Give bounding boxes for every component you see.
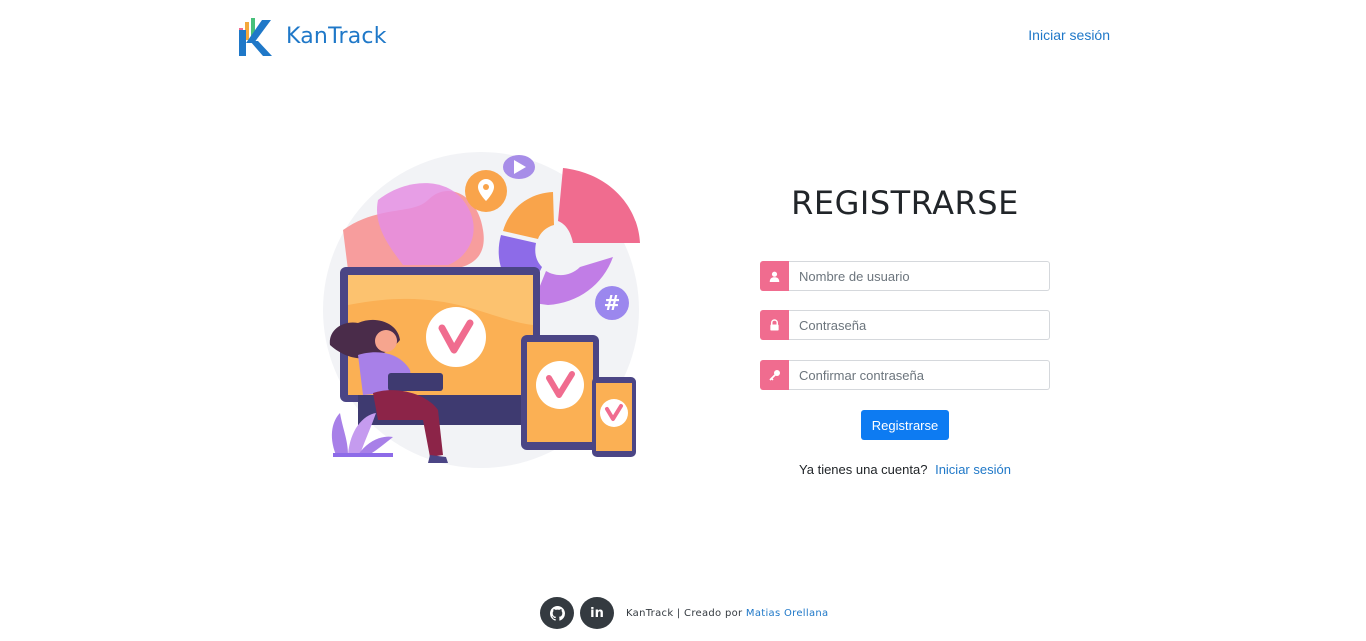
top-navbar: KanTrack Iniciar sesión: [0, 0, 1366, 72]
footer-credits: KanTrack | Creado por Matias Orellana: [626, 608, 828, 619]
linkedin-icon: in: [590, 605, 604, 621]
username-field-group: [760, 261, 1050, 291]
kantrack-logo-icon: [239, 18, 272, 56]
brand[interactable]: KanTrack: [238, 16, 387, 56]
register-title: REGISTRARSE: [791, 184, 1019, 222]
author-link[interactable]: Matias Orellana: [746, 608, 829, 619]
nav-login-link[interactable]: Iniciar sesión: [1028, 27, 1110, 43]
password-field-group: [760, 310, 1050, 340]
svg-text:#: #: [604, 291, 621, 315]
confirm-password-field-group: [760, 360, 1050, 390]
login-link[interactable]: Iniciar sesión: [935, 462, 1011, 477]
login-prompt: Ya tienes una cuenta? Iniciar sesión: [760, 462, 1050, 477]
user-icon: [760, 261, 789, 291]
confirm-password-input[interactable]: [789, 360, 1050, 390]
register-button[interactable]: Registrarse: [861, 410, 949, 440]
account-question: Ya tienes una cuenta?: [799, 462, 928, 477]
credits-prefix: KanTrack | Creado por: [626, 607, 743, 619]
github-button[interactable]: [540, 597, 574, 629]
brand-name: KanTrack: [286, 23, 387, 49]
password-input[interactable]: [789, 310, 1050, 340]
github-icon: [549, 605, 565, 621]
username-input[interactable]: [789, 261, 1050, 291]
key-icon: [760, 360, 789, 390]
lock-icon: [760, 310, 789, 340]
footer: in KanTrack | Creado por Matias Orellana: [540, 597, 828, 629]
linkedin-button[interactable]: in: [580, 597, 614, 629]
register-illustration: #: [323, 152, 640, 468]
